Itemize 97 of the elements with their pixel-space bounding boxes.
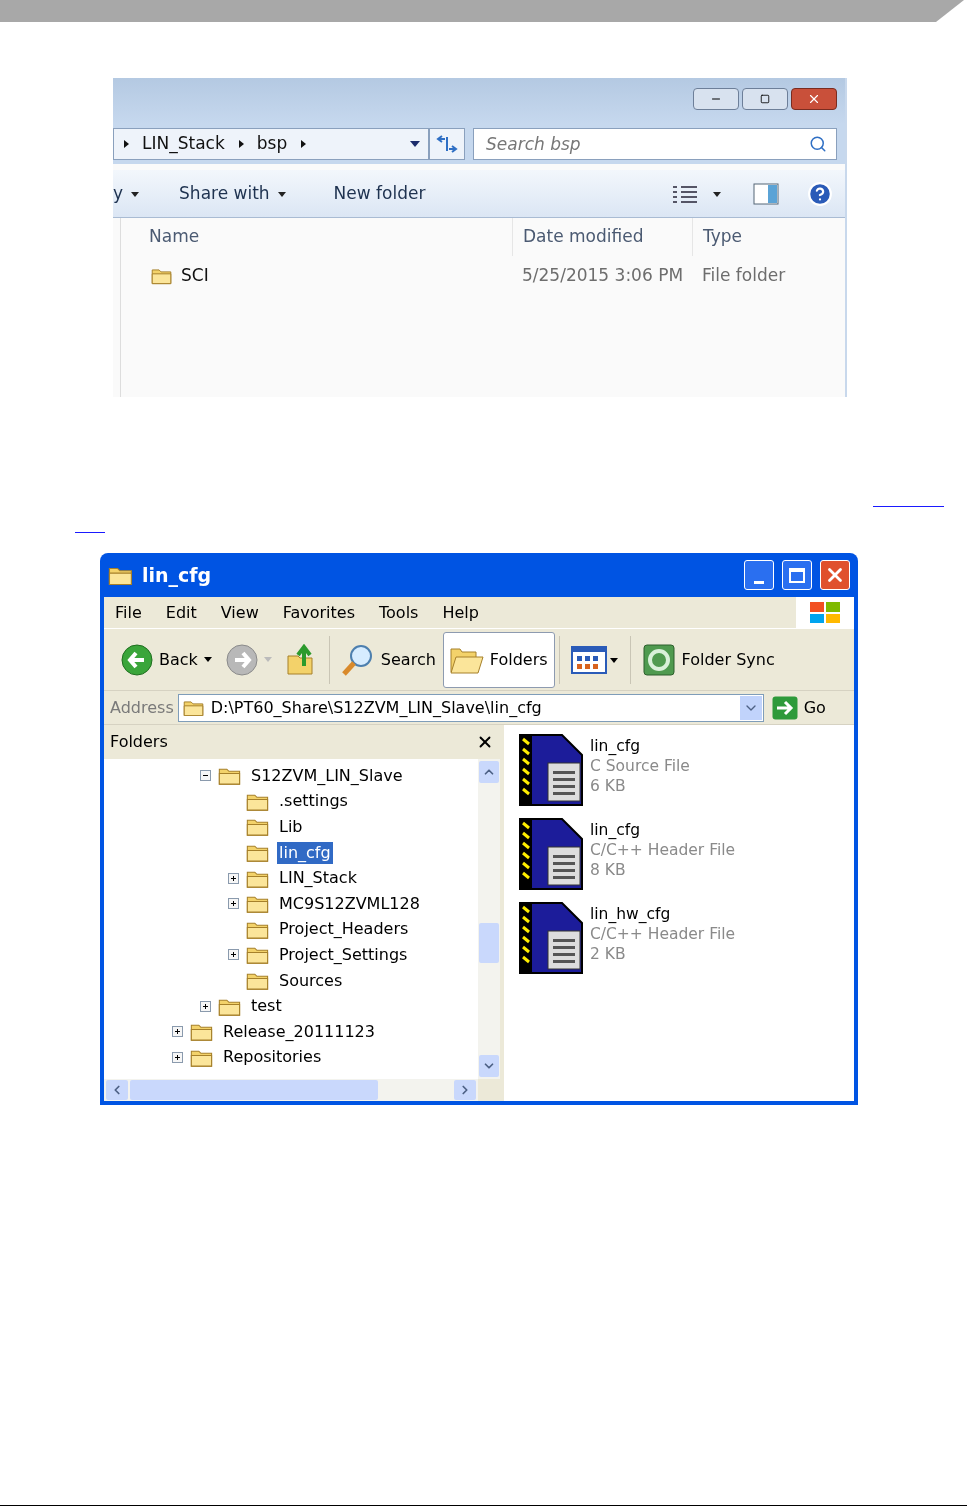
- list-view-icon: [673, 184, 697, 203]
- caret-icon: [277, 189, 286, 198]
- folders-button[interactable]: Folders: [442, 631, 555, 688]
- tree-item[interactable]: test: [249, 995, 284, 1018]
- refresh-arrows-icon: [436, 135, 458, 153]
- view-grid-icon: [570, 644, 619, 675]
- folder-icon: [246, 817, 270, 837]
- dropdown-button[interactable]: [739, 695, 762, 720]
- tree-item[interactable]: lin_cfg: [277, 841, 333, 864]
- breadcrumb-bar[interactable]: LIN_Stack bsp: [113, 128, 429, 160]
- file-name[interactable]: lin_cfg: [590, 820, 736, 840]
- caret-icon: [263, 657, 272, 662]
- date-cell-text: 5/25/2015 3:06 PM: [521, 264, 685, 288]
- column-header[interactable]: Type: [692, 218, 845, 256]
- search-field[interactable]: Search bsp: [473, 128, 837, 160]
- tree-item[interactable]: Project_Settings: [277, 943, 410, 966]
- expand-icon[interactable]: [228, 872, 239, 884]
- tree-item[interactable]: MC9S12ZVML128: [277, 892, 422, 915]
- menu-item[interactable]: Tools: [379, 600, 419, 625]
- expand-icon[interactable]: [172, 1026, 183, 1038]
- toolbar-button[interactable]: New folder: [309, 180, 450, 207]
- minimize-button[interactable]: [693, 88, 739, 110]
- file-size: 2 KB: [590, 944, 627, 964]
- file-type: C Source File: [590, 756, 690, 776]
- caret-icon: [131, 189, 140, 198]
- folder-icon: [151, 267, 173, 285]
- type-cell-text: File folder: [701, 264, 787, 288]
- menu-item[interactable]: View: [220, 600, 259, 625]
- address-label: Address: [110, 696, 174, 719]
- close-icon: [807, 92, 821, 106]
- menu-item[interactable]: File: [115, 600, 142, 625]
- restore-button[interactable]: [742, 88, 788, 110]
- vertical-scrollbar[interactable]: [478, 759, 500, 1079]
- file-type: C/C++ Header File: [590, 924, 736, 944]
- folder-icon: [246, 894, 270, 914]
- search-icon: [809, 135, 827, 153]
- restore-icon: [760, 94, 770, 104]
- expand-icon[interactable]: [200, 1000, 211, 1012]
- window-title: lin_cfg: [142, 562, 213, 589]
- arrow-right-icon: [236, 140, 245, 148]
- pane-title: Folders: [110, 731, 168, 753]
- address-field[interactable]: D:\PT60_Share\S12ZVM_LIN_Slave\lin_cfg: [177, 693, 764, 722]
- toolbar-button[interactable]: Share with: [155, 180, 310, 207]
- sync-button[interactable]: Folder Sync: [634, 631, 782, 688]
- expand-icon[interactable]: [172, 1051, 183, 1063]
- close-button[interactable]: [791, 88, 837, 110]
- refresh-button[interactable]: [429, 128, 465, 160]
- tree-item[interactable]: .settings: [277, 790, 350, 813]
- tree-item[interactable]: S12ZVM_LIN_Slave: [249, 764, 405, 787]
- file-name[interactable]: SCI: [181, 263, 209, 289]
- breadcrumb-item[interactable]: LIN_Stack: [142, 131, 225, 157]
- expand-icon[interactable]: [228, 949, 239, 961]
- folder-icon: [246, 843, 270, 863]
- arrow-right-icon: [771, 695, 798, 720]
- maximize-button[interactable]: [782, 560, 812, 590]
- column-header[interactable]: Name: [121, 224, 512, 250]
- column-header[interactable]: Date modified: [512, 218, 692, 256]
- folder-icon: [218, 766, 242, 786]
- caret-icon: [713, 189, 721, 198]
- back-button[interactable]: Back: [114, 631, 219, 688]
- document-icon: [518, 901, 584, 975]
- file-name[interactable]: lin_cfg: [590, 736, 690, 756]
- document-icon: [518, 733, 584, 807]
- collapse-icon[interactable]: [200, 770, 211, 782]
- menu-item[interactable]: Favorites: [282, 600, 355, 625]
- preview-pane-icon[interactable]: [753, 182, 779, 205]
- sync-icon: [641, 642, 676, 677]
- tree-item[interactable]: Release_20111123: [221, 1020, 377, 1043]
- file-name[interactable]: lin_hw_cfg: [590, 904, 736, 924]
- folder-icon: [246, 945, 270, 965]
- file-type: C/C++ Header File: [590, 840, 736, 860]
- tree-item[interactable]: Project_Headers: [277, 918, 411, 941]
- tree-item[interactable]: Sources: [277, 969, 345, 992]
- folder-icon: [182, 698, 205, 717]
- horizontal-scrollbar[interactable]: [104, 1079, 478, 1101]
- go-button[interactable]: Go: [771, 695, 826, 720]
- expand-icon[interactable]: [228, 898, 239, 910]
- folder-icon: [190, 1022, 214, 1042]
- scrollbar-thumb[interactable]: [130, 1080, 378, 1100]
- arrow-right-icon: [122, 140, 130, 148]
- scrollbar-thumb[interactable]: [479, 923, 499, 963]
- file-size: 6 KB: [590, 776, 627, 796]
- arrow-right-icon: [299, 140, 308, 148]
- search-button[interactable]: Search: [333, 631, 443, 688]
- document-icon: [518, 817, 584, 891]
- file-size: 8 KB: [590, 860, 627, 880]
- caret-icon: [203, 657, 212, 662]
- breadcrumb-item[interactable]: bsp: [256, 131, 288, 157]
- tree-item[interactable]: Lib: [277, 816, 305, 838]
- tree-item[interactable]: Repositories: [221, 1046, 324, 1069]
- menu-item[interactable]: Help: [442, 600, 479, 625]
- help-icon[interactable]: [807, 180, 833, 207]
- dropdown-icon[interactable]: [410, 141, 420, 147]
- tree-item[interactable]: LIN_Stack: [277, 867, 359, 890]
- search-icon: [340, 642, 375, 677]
- toolbar-button[interactable]: y: [113, 180, 156, 207]
- menu-item[interactable]: Edit: [165, 600, 197, 625]
